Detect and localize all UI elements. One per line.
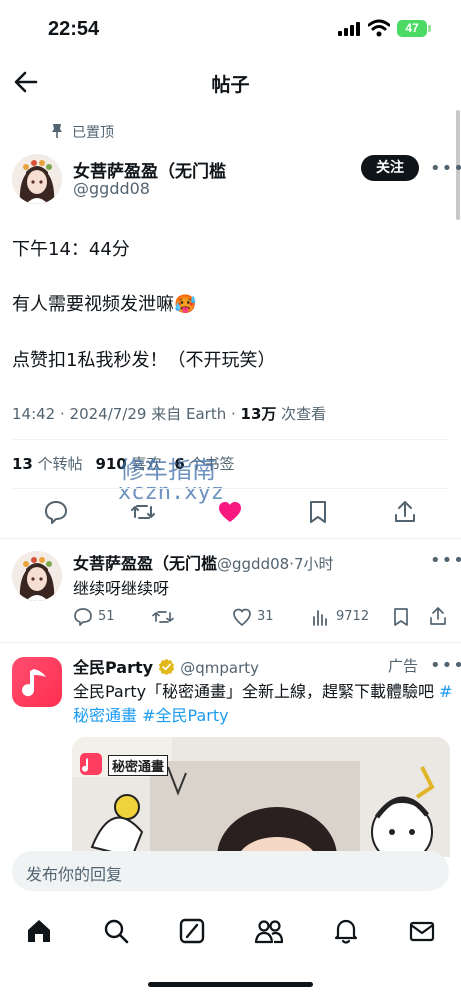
post-line-2: 有人需要视频发泄嘛🥵 [12, 294, 197, 315]
post-line-3: 点赞扣1私我秒发！（不开玩笑） [12, 350, 276, 371]
ad-label: 广告 [388, 657, 419, 675]
divider [0, 642, 461, 643]
reply-bookmark-icon[interactable] [392, 607, 410, 627]
ad-handle[interactable]: @qmparty [180, 659, 259, 677]
reply-header: 女菩萨盈盈（无门槛@ggdd08·7小时 [73, 550, 334, 574]
wifi-icon [368, 19, 390, 37]
post-timestamp: 14:42 · 2024/7/29 来自 Earth · [12, 405, 241, 423]
reply-placeholder[interactable]: 发布你的回复 [26, 861, 122, 885]
verified-badge-icon [159, 658, 175, 675]
share-icon[interactable] [392, 499, 418, 525]
reply-repost-icon[interactable] [152, 607, 174, 627]
avatar-illustration [12, 154, 62, 204]
music-note-icon [22, 669, 46, 697]
home-indicator[interactable] [148, 982, 313, 987]
reply-avatar[interactable] [12, 551, 62, 601]
follow-button[interactable]: 关注 [361, 155, 419, 181]
reply-like-icon[interactable] [232, 607, 252, 627]
reply-icon[interactable] [43, 499, 69, 525]
ad-author-name[interactable]: 全民Party [73, 658, 153, 677]
reply-comment-icon[interactable] [73, 607, 93, 627]
status-bar: 22:54 47 [0, 0, 461, 60]
battery-tip [428, 25, 431, 32]
status-time: 22:54 [48, 18, 100, 40]
repost-icon[interactable] [130, 499, 156, 525]
ad-body: 全民Party「秘密通畫」全新上線，趕緊下載體驗吧 [73, 682, 440, 701]
home-icon[interactable] [25, 917, 53, 945]
signal-icon [338, 22, 360, 36]
ad-image-caption: 秘密通畫 [108, 755, 169, 776]
battery-icon: 47 [397, 20, 427, 37]
reply-likes-count: 31 [257, 609, 274, 624]
notifications-icon[interactable] [332, 917, 360, 945]
reply-share-icon[interactable] [428, 606, 448, 626]
ad-header: 全民Party @qmparty [73, 654, 259, 678]
avatar-illustration [12, 551, 62, 601]
messages-icon[interactable] [408, 917, 436, 945]
more-options-icon[interactable]: ••• [430, 158, 461, 179]
reply-more-icon[interactable]: ••• [430, 550, 461, 571]
author-handle[interactable]: @ggdd08 [73, 179, 150, 198]
divider [12, 488, 449, 489]
grok-icon[interactable] [178, 917, 206, 945]
ad-text: 全民Party「秘密通畫」全新上線，趕緊下載體驗吧 #秘密通畫 #全民Party [73, 680, 453, 728]
views-count: 13万 [240, 405, 277, 423]
bookmark-icon[interactable] [305, 499, 331, 525]
reply-views-count: 9712 [336, 609, 370, 624]
views-label: 次查看 [276, 405, 327, 423]
ad-image[interactable]: 秘密通畫 [72, 737, 450, 857]
reply-author-name[interactable]: 女菩萨盈盈（无门槛 [73, 554, 217, 573]
reply-comments-count: 51 [98, 609, 115, 624]
reposts-label[interactable]: 个转帖 [33, 455, 83, 473]
avatar[interactable] [12, 154, 62, 204]
hashtag-link[interactable]: #全民Party [142, 706, 228, 725]
search-icon[interactable] [102, 917, 130, 945]
divider [12, 439, 449, 440]
page-title: 帖子 [211, 74, 250, 96]
post-meta: 14:42 · 2024/7/29 来自 Earth · 13万 次查看 [12, 403, 326, 424]
reply-time: ·7小时 [289, 555, 334, 573]
ad-more-icon[interactable]: ••• [430, 655, 461, 676]
reply-views-icon[interactable] [311, 607, 329, 627]
reposts-count[interactable]: 13 [12, 455, 33, 473]
post-line-1: 下午14：44分 [12, 239, 130, 260]
reply-author-handle[interactable]: @ggdd08 [217, 555, 289, 573]
divider [0, 538, 461, 539]
communities-icon[interactable] [254, 917, 284, 945]
app-logo[interactable] [12, 657, 62, 707]
pinned-label: 已置顶 [72, 125, 114, 141]
reply-text: 继续呀继续呀 [73, 579, 170, 598]
pin-icon [52, 124, 62, 138]
like-icon[interactable] [217, 499, 243, 525]
